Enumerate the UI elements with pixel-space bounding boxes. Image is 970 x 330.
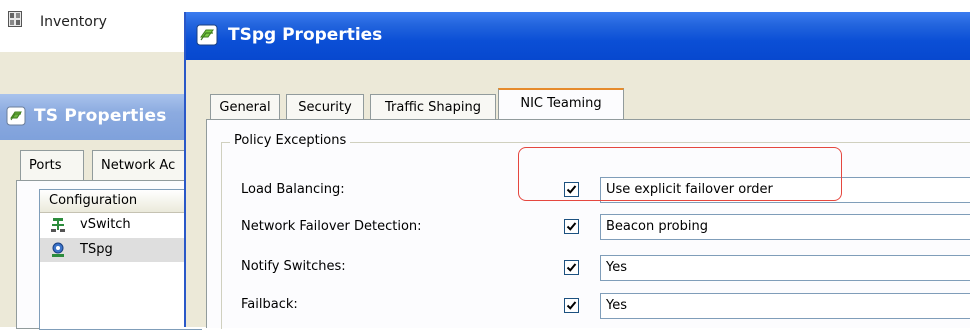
failback-dropdown[interactable]: Yes bbox=[600, 293, 970, 319]
network-failover-detection-value: Beacon probing bbox=[606, 219, 708, 234]
configuration-list[interactable]: Configuration vSwitch TSpg bbox=[39, 189, 202, 330]
checkmark-icon bbox=[566, 222, 577, 231]
ts-titlebar[interactable]: TS Properties bbox=[0, 94, 200, 140]
tab-traffic-shaping-label: Traffic Shaping bbox=[384, 100, 481, 115]
failback-label: Failback: bbox=[241, 297, 298, 312]
load-balancing-checkbox[interactable] bbox=[564, 182, 579, 197]
inventory-label[interactable]: Inventory bbox=[40, 14, 107, 30]
policy-exceptions-title: Policy Exceptions bbox=[230, 133, 351, 148]
inventory-bar: Inventory bbox=[0, 0, 200, 53]
load-balancing-value: Use explicit failover order bbox=[606, 182, 773, 197]
tab-nic-teaming[interactable]: NIC Teaming bbox=[498, 88, 624, 122]
portgroup-icon bbox=[50, 242, 66, 262]
notify-switches-checkbox[interactable] bbox=[564, 260, 579, 275]
configuration-column-header[interactable]: Configuration bbox=[40, 190, 202, 213]
tab-general[interactable]: General bbox=[210, 94, 280, 121]
tspg-titlebar[interactable]: TSpg Properties bbox=[186, 12, 970, 60]
ts-ports-panel: Configuration vSwitch TSpg bbox=[16, 180, 202, 330]
properties-app-icon bbox=[196, 24, 218, 50]
tab-traffic-shaping[interactable]: Traffic Shaping bbox=[370, 94, 496, 121]
list-item-vswitch[interactable]: vSwitch bbox=[40, 213, 202, 237]
load-balancing-label: Load Balancing: bbox=[241, 182, 345, 197]
tab-security[interactable]: Security bbox=[286, 94, 364, 121]
vswitch-icon bbox=[50, 217, 66, 237]
ts-properties-window: TS Properties Ports Network Ac Configura… bbox=[0, 94, 202, 330]
network-failover-detection-label: Network Failover Detection: bbox=[241, 219, 422, 234]
checkmark-icon bbox=[566, 301, 577, 310]
notify-switches-value: Yes bbox=[606, 260, 627, 275]
failback-checkbox[interactable] bbox=[564, 298, 579, 313]
list-item-label: vSwitch bbox=[80, 217, 131, 232]
list-item-tspg[interactable]: TSpg bbox=[40, 238, 202, 262]
failback-value: Yes bbox=[606, 298, 627, 313]
checkmark-icon bbox=[566, 185, 577, 194]
load-balancing-dropdown[interactable]: Use explicit failover order bbox=[600, 177, 970, 203]
properties-app-icon bbox=[6, 106, 26, 130]
network-failover-detection-dropdown[interactable]: Beacon probing bbox=[600, 214, 970, 240]
list-item-label: TSpg bbox=[80, 242, 113, 257]
notify-switches-dropdown[interactable]: Yes bbox=[600, 255, 970, 281]
tab-network-adapters-label: Network Ac bbox=[101, 158, 176, 173]
configuration-header-label: Configuration bbox=[49, 193, 138, 208]
notify-switches-label: Notify Switches: bbox=[241, 259, 346, 274]
tab-general-label: General bbox=[219, 100, 271, 115]
inventory-icon[interactable] bbox=[8, 11, 22, 27]
nic-teaming-panel: Policy Exceptions Load Balancing: Use ex… bbox=[206, 119, 970, 329]
network-failover-detection-checkbox[interactable] bbox=[564, 219, 579, 234]
tab-ports-label: Ports bbox=[29, 158, 62, 173]
ts-window-title: TS Properties bbox=[34, 106, 167, 126]
dialog-title: TSpg Properties bbox=[228, 25, 383, 45]
tab-security-label: Security bbox=[298, 100, 352, 115]
checkmark-icon bbox=[566, 263, 577, 272]
tab-nic-teaming-label: NIC Teaming bbox=[520, 96, 602, 111]
tab-ports[interactable]: Ports bbox=[20, 150, 84, 181]
tspg-properties-dialog: TSpg Properties General Security Traffic… bbox=[184, 12, 970, 329]
